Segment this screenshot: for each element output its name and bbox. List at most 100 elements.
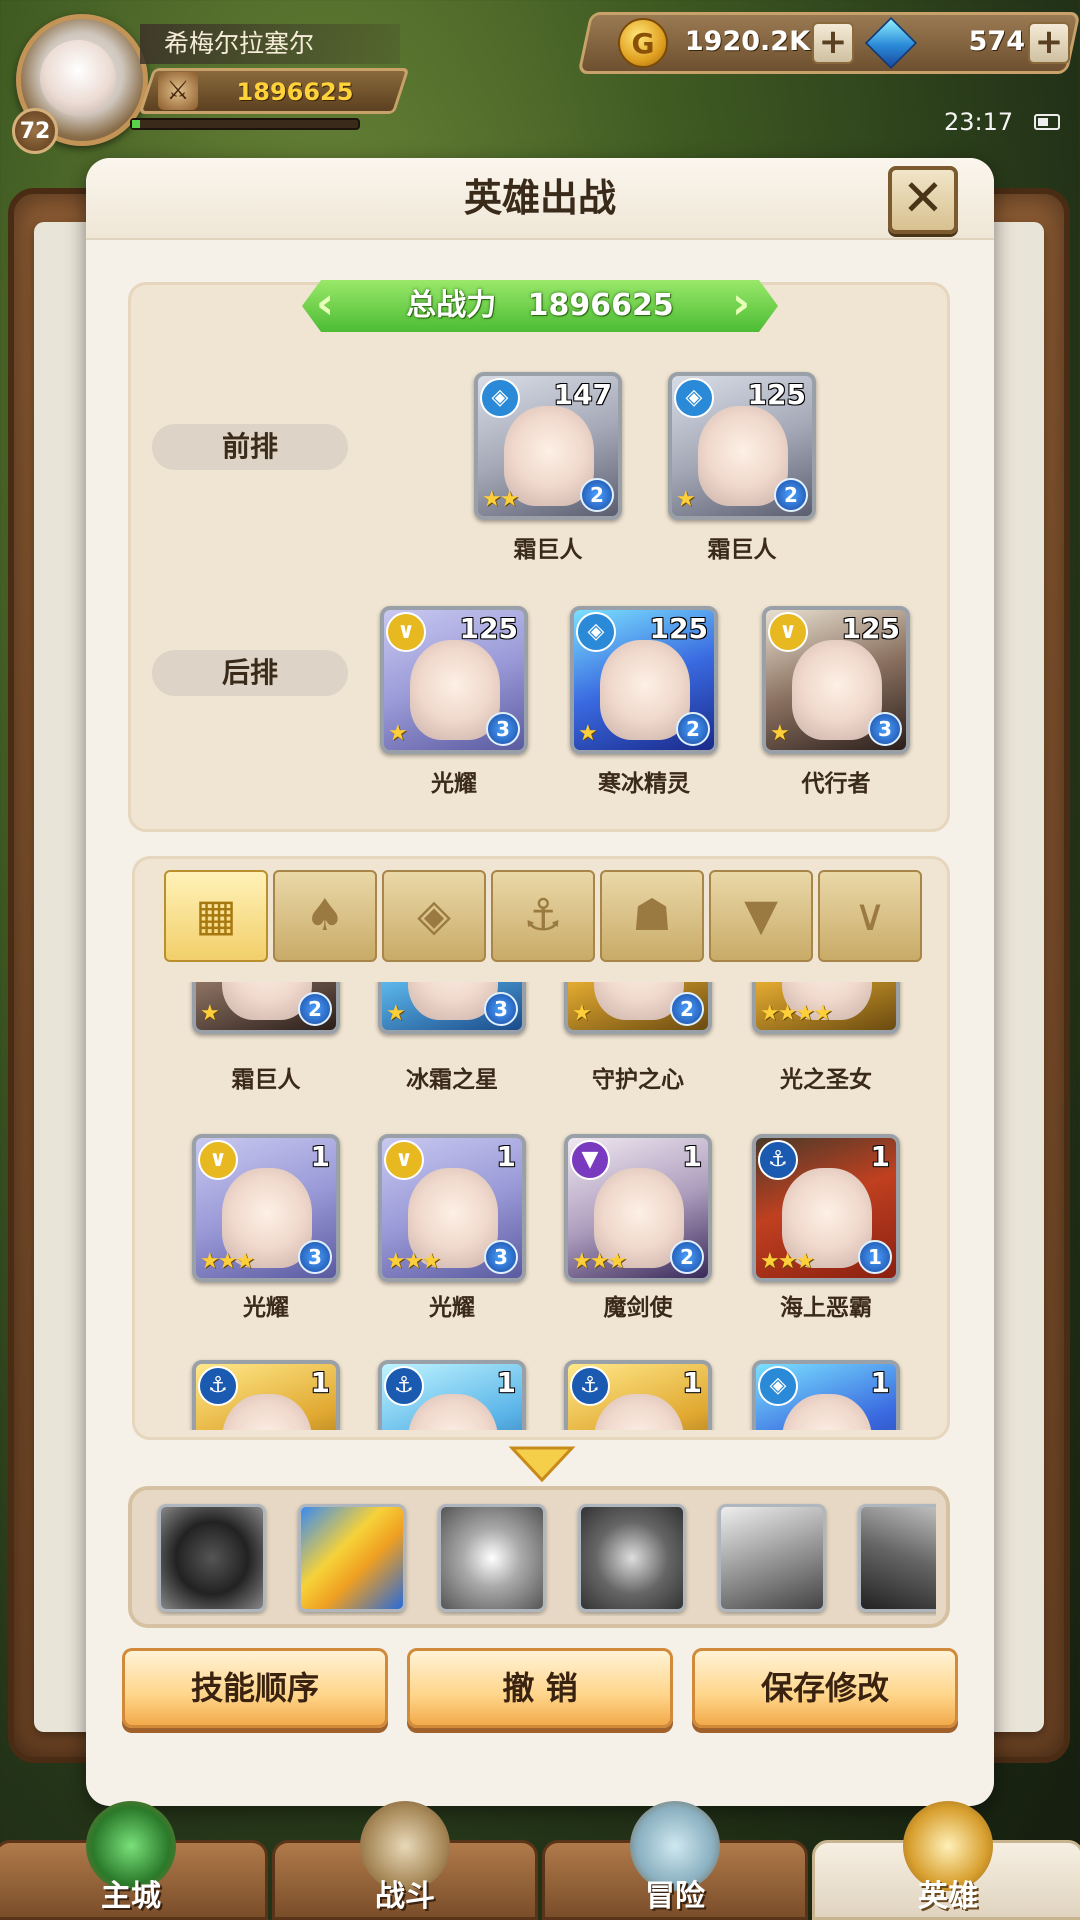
- hero-rank: 2: [774, 478, 808, 512]
- light-class-icon: ∨: [198, 1140, 238, 1180]
- light-class-icon: ∨: [768, 612, 808, 652]
- roster-hero-card[interactable]: ⚓ 1: [192, 1360, 340, 1430]
- light-class-icon: ∨: [384, 1140, 424, 1180]
- hero-stars: ★★★: [760, 1249, 815, 1274]
- anchor-class-icon: ⚓: [758, 1140, 798, 1180]
- roster-hero-card[interactable]: ★ 3: [378, 982, 526, 1034]
- light-class-icon: ∨: [386, 612, 426, 652]
- roster-scroll-area[interactable]: ★ 2 霜巨人 ★ 3 冰霜之星 ★ 2 守护之心 ★★★★ 光之圣女 ∨ 1 …: [140, 982, 940, 1430]
- demon-class-icon: ▼: [570, 1140, 610, 1180]
- filter-tab-light[interactable]: ∨: [818, 870, 922, 962]
- total-power-label: 总战力: [406, 288, 497, 323]
- hero-rank: 3: [484, 992, 518, 1026]
- leaf-class-icon: ♠: [305, 890, 345, 941]
- total-power-text: 总战力 1896625: [302, 280, 778, 332]
- player-avatar-face: [40, 40, 116, 116]
- nav-label: 主城: [101, 1879, 161, 1914]
- hero-rank: 2: [298, 992, 332, 1026]
- grid-icon: ▦: [195, 890, 237, 941]
- front-hero-card[interactable]: ◈ 125 ★ 2: [668, 372, 816, 520]
- undo-button[interactable]: 撤 销: [407, 1648, 673, 1728]
- skill-order-button[interactable]: 技能顺序: [122, 1648, 388, 1728]
- roster-hero-card[interactable]: ★ 2: [192, 982, 340, 1034]
- nav-adventure[interactable]: 冒险: [542, 1801, 808, 1920]
- prev-formation-arrow-icon[interactable]: ‹: [316, 282, 346, 330]
- skill-slot-leaf-icon[interactable]: [438, 1504, 546, 1612]
- hero-level: 1: [682, 1140, 702, 1173]
- roster-hero-card[interactable]: ★ 2: [564, 982, 712, 1034]
- skill-slot-shadow-icon[interactable]: [158, 1504, 266, 1612]
- hero-level: 125: [459, 612, 518, 645]
- filter-tab-demon[interactable]: ▼: [709, 870, 813, 962]
- roster-hero-card[interactable]: ⚓ 1 ★★★ 1: [752, 1134, 900, 1282]
- roster-hero-card[interactable]: ⚓ 1: [564, 1360, 712, 1430]
- hero-name: 代行者: [801, 771, 871, 797]
- hero-rank: 2: [670, 1240, 704, 1274]
- skill-scroll-area[interactable]: [150, 1500, 936, 1616]
- skill-slot-lightning-icon[interactable]: [298, 1504, 406, 1612]
- back-hero-card[interactable]: ∨ 125 ★ 3: [380, 606, 528, 754]
- save-changes-button[interactable]: 保存修改: [692, 1648, 958, 1728]
- nav-main-city[interactable]: 主城: [0, 1801, 268, 1920]
- hero-rank: 3: [298, 1240, 332, 1274]
- hero-name: 光之圣女: [780, 1067, 872, 1093]
- front-hero-card[interactable]: ◈ 147 ★★ 2: [474, 372, 622, 520]
- hero-stars: ★★★: [386, 1249, 441, 1274]
- roster-hero-card[interactable]: ∨ 1 ★★★ 3: [378, 1134, 526, 1282]
- player-exp-fill: [132, 120, 140, 128]
- roster-hero-card[interactable]: ★★★★: [752, 982, 900, 1034]
- anchor-class-icon: ⚓: [570, 1366, 610, 1406]
- roster-hero-card[interactable]: ◈ 1: [752, 1360, 900, 1430]
- next-formation-arrow-icon[interactable]: ›: [732, 282, 762, 330]
- hero-portrait: [408, 1394, 498, 1430]
- gem-amount: 574: [968, 26, 1025, 57]
- hero-rank: 3: [868, 712, 902, 746]
- player-level-badge: 72: [12, 108, 58, 154]
- hero-stars: ★: [578, 721, 598, 746]
- hero-name: 魔剑使: [603, 1295, 673, 1321]
- filter-tab-all[interactable]: ▦: [164, 870, 268, 962]
- hero-name: 寒冰精灵: [598, 771, 690, 797]
- frost-class-icon: ◈: [758, 1366, 798, 1406]
- nav-heroes[interactable]: 英雄: [812, 1801, 1080, 1920]
- hero-name: 光耀: [429, 1295, 475, 1321]
- hero-stars: ★: [770, 721, 790, 746]
- hero-level: 1: [870, 1140, 890, 1173]
- light-class-icon: ∨: [853, 890, 887, 941]
- hero-rank: 2: [580, 478, 614, 512]
- hero-level: 1: [496, 1366, 516, 1399]
- anchor-class-icon: ⚓: [523, 890, 563, 941]
- close-button[interactable]: ✕: [888, 166, 958, 234]
- hero-level: 147: [553, 378, 612, 411]
- filter-tab-beast[interactable]: ☗: [600, 870, 704, 962]
- scroll-down-arrow-icon[interactable]: [508, 1444, 576, 1484]
- player-power-value: 1896625: [236, 78, 354, 106]
- add-gems-button[interactable]: +: [1028, 22, 1070, 64]
- add-gold-button[interactable]: +: [812, 22, 854, 64]
- roster-hero-card[interactable]: ⚓ 1: [378, 1360, 526, 1430]
- hero-level: 1: [682, 1366, 702, 1399]
- demon-class-icon: ▼: [744, 890, 778, 941]
- skill-slot-vortex-icon[interactable]: [578, 1504, 686, 1612]
- player-name: 希梅尔拉塞尔: [140, 24, 400, 64]
- roster-hero-card[interactable]: ∨ 1 ★★★ 3: [192, 1134, 340, 1282]
- player-exp-bar: [130, 118, 360, 130]
- hero-name: 海上恶霸: [780, 1295, 872, 1321]
- clock: 23:17: [944, 108, 1014, 136]
- skill-slot-wind-icon[interactable]: [718, 1504, 826, 1612]
- filter-tab-nature[interactable]: ♠: [273, 870, 377, 962]
- hero-level: 125: [841, 612, 900, 645]
- nav-label: 英雄: [918, 1879, 978, 1914]
- skill-slot-blade-icon[interactable]: [858, 1504, 936, 1612]
- back-hero-card[interactable]: ◈ 125 ★ 2: [570, 606, 718, 754]
- filter-tab-anchor[interactable]: ⚓: [491, 870, 595, 962]
- roster-hero-card[interactable]: ▼ 1 ★★★ 2: [564, 1134, 712, 1282]
- hero-portrait: [782, 1394, 872, 1430]
- hero-level: 1: [310, 1140, 330, 1173]
- hero-name: 霜巨人: [231, 1067, 301, 1093]
- back-hero-card[interactable]: ∨ 125 ★ 3: [762, 606, 910, 754]
- filter-tab-frost[interactable]: ◈: [382, 870, 486, 962]
- nav-battle[interactable]: 战斗: [272, 1801, 538, 1920]
- hero-name: 霜巨人: [707, 537, 777, 563]
- hero-stars: ★: [572, 1001, 592, 1026]
